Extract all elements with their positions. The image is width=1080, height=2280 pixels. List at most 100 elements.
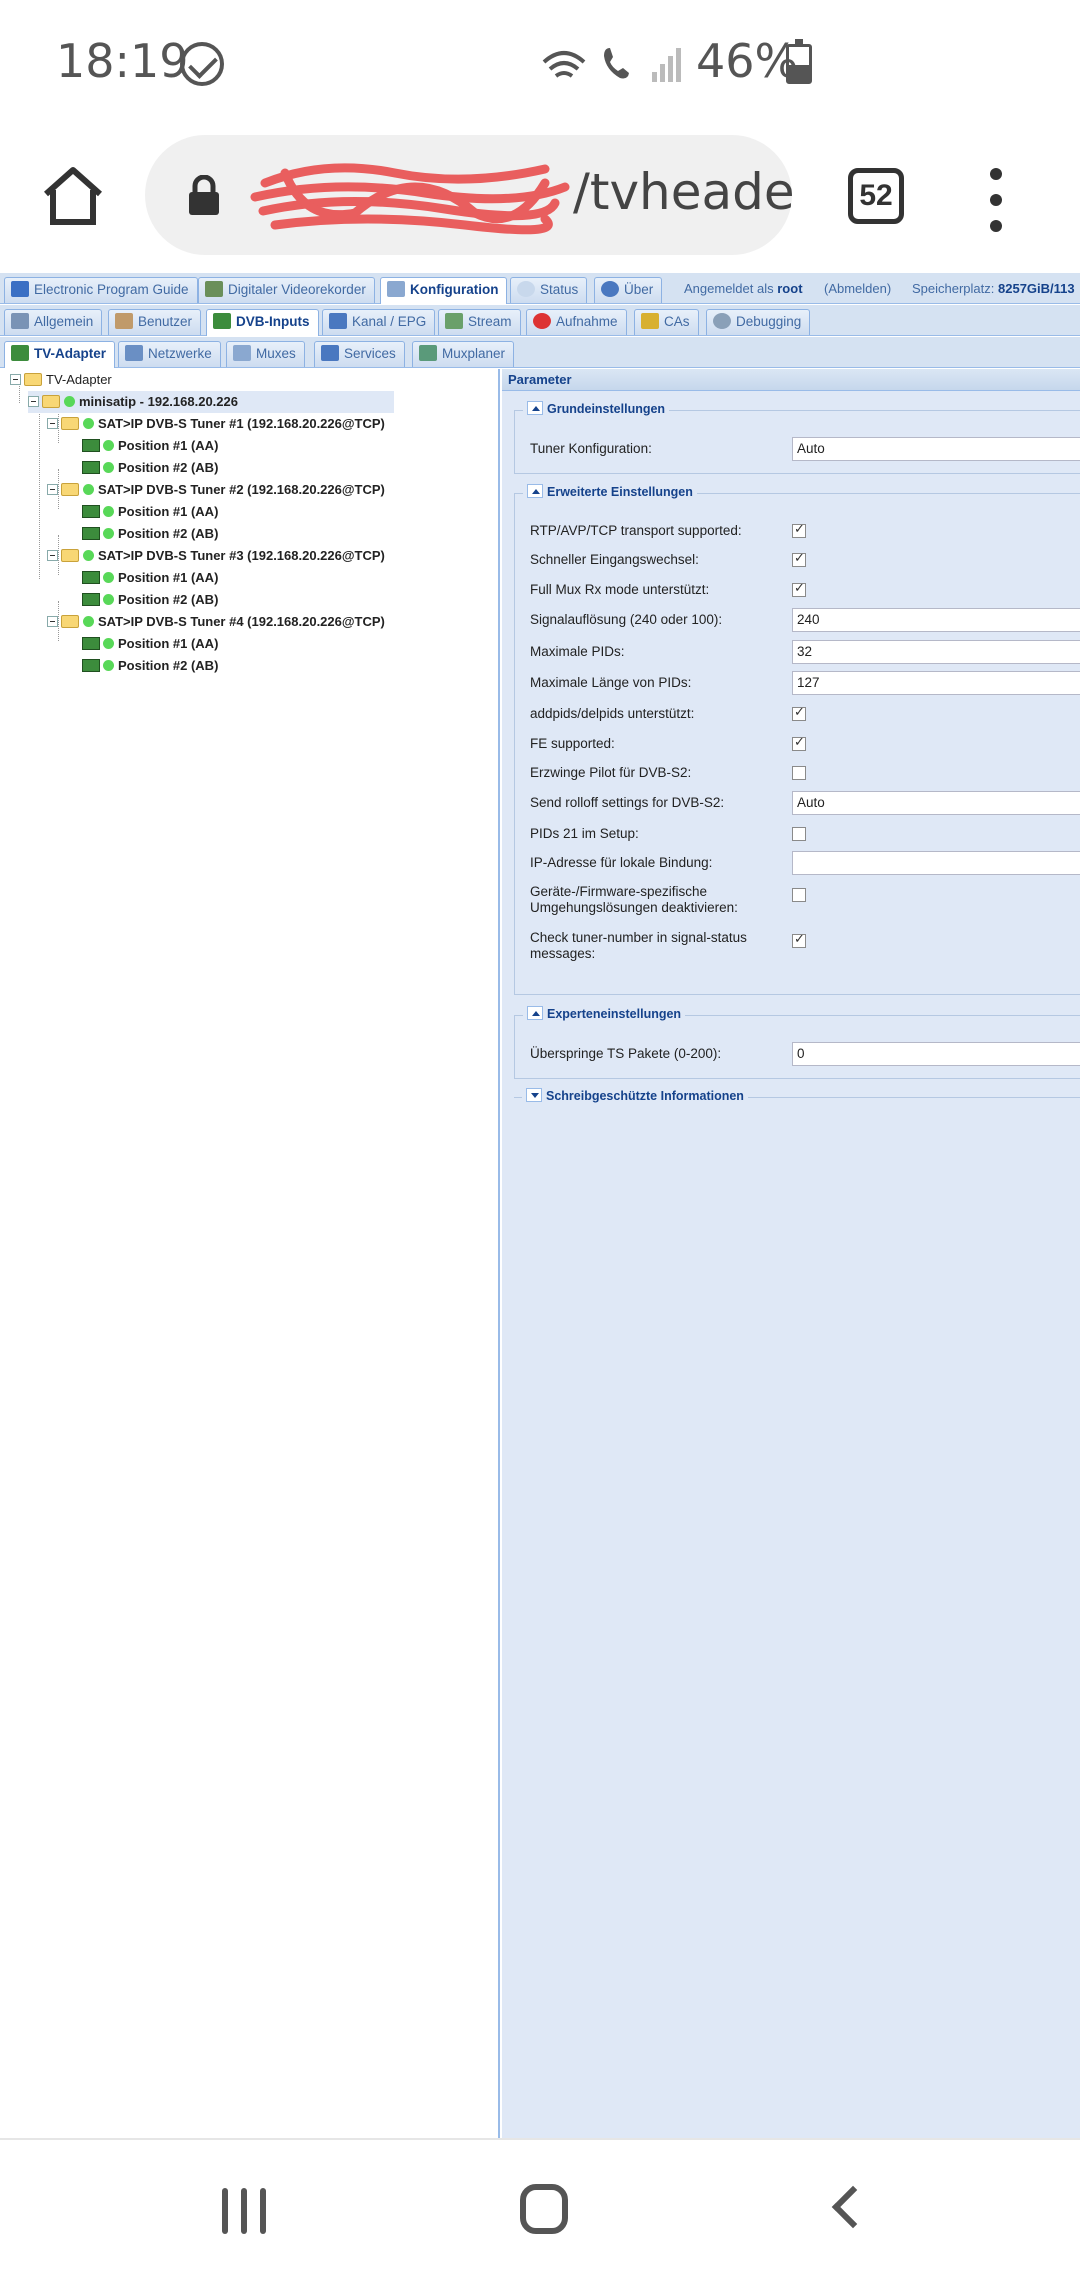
fieldset-advanced: Erweiterte Einstellungen RTP/AVP/TCP tra… [514, 484, 1080, 995]
param-checkbox[interactable] [792, 827, 806, 841]
tab-cas[interactable]: CAs [634, 309, 699, 335]
tab-epg[interactable]: Electronic Program Guide [4, 277, 198, 303]
tab-stream[interactable]: Stream [438, 309, 521, 335]
record-icon [533, 313, 551, 329]
collapse-icon[interactable] [10, 374, 21, 385]
tree-tuner-3[interactable]: SAT>IP DVB-S Tuner #3 (192.168.20.226@TC… [47, 545, 385, 567]
tab-muxes[interactable]: Muxes [226, 341, 305, 367]
tree-tuner-4[interactable]: SAT>IP DVB-S Tuner #4 (192.168.20.226@TC… [47, 611, 385, 633]
tab-aufnahme[interactable]: Aufnahme [526, 309, 627, 335]
tree-tuner-2[interactable]: SAT>IP DVB-S Tuner #2 (192.168.20.226@TC… [47, 479, 385, 501]
tree-tuner-1[interactable]: SAT>IP DVB-S Tuner #1 (192.168.20.226@TC… [47, 413, 385, 435]
field-label: Tuner Konfiguration: [530, 441, 652, 456]
collapse-icon[interactable] [47, 484, 58, 495]
tree-position[interactable]: Position #2 (AB) [82, 523, 218, 545]
config-tab-bar: Allgemein Benutzer DVB-Inputs Kanal / EP… [0, 305, 1080, 336]
fieldset-readonly-legend[interactable]: Schreibgeschützte Informationen [522, 1088, 748, 1103]
collapse-icon[interactable] [47, 550, 58, 561]
tab-status[interactable]: Status [510, 277, 588, 303]
collapse-icon[interactable] [527, 484, 543, 498]
tab-benutzer[interactable]: Benutzer [108, 309, 202, 335]
param-checkbox[interactable] [792, 522, 806, 538]
param-input[interactable]: 127 [792, 671, 1080, 695]
tab-tv-adapter[interactable]: TV-Adapter [4, 341, 116, 368]
param-checkbox[interactable] [792, 888, 806, 902]
browser-menu-icon[interactable] [984, 168, 1008, 232]
param-input[interactable] [792, 851, 1080, 875]
tree-position[interactable]: Position #2 (AB) [82, 589, 218, 611]
param-input[interactable]: 32 [792, 640, 1080, 664]
tab-netzwerke[interactable]: Netzwerke [118, 341, 221, 367]
status-ok-icon [103, 462, 114, 473]
tab-kanal-epg[interactable]: Kanal / EPG [322, 309, 436, 335]
tab-services[interactable]: Services [314, 341, 405, 367]
param-checkbox[interactable] [792, 581, 806, 597]
status-time: 18:19 [56, 34, 189, 88]
mux-icon [233, 345, 251, 361]
fieldset-expert-legend[interactable]: Experteneinstellungen [523, 1006, 686, 1021]
tab-switcher-button[interactable]: 52 [848, 168, 904, 224]
tree-position[interactable]: Position #2 (AB) [82, 457, 218, 479]
back-icon[interactable] [831, 2185, 875, 2229]
tab-muxplaner[interactable]: Muxplaner [412, 341, 515, 367]
fieldset-basic-legend[interactable]: Grundeinstellungen [523, 401, 670, 416]
fieldset-readonly: Schreibgeschützte Informationen [514, 1088, 1080, 1103]
fieldset-advanced-legend[interactable]: Erweiterte Einstellungen [523, 484, 697, 499]
param-checkbox[interactable] [792, 766, 806, 780]
collapse-icon[interactable] [527, 1006, 543, 1020]
users-icon [115, 313, 133, 329]
tree-device[interactable]: minisatip - 192.168.20.226 [28, 391, 394, 413]
status-ok-icon [83, 484, 94, 495]
folder-icon [61, 417, 79, 430]
param-input[interactable]: Auto [792, 791, 1080, 815]
field-label: Signalauflösung (240 oder 100): [530, 612, 723, 627]
collapse-icon[interactable] [28, 396, 39, 407]
tv-card-icon [213, 313, 231, 329]
param-checkbox[interactable] [792, 551, 806, 567]
param-checkbox[interactable] [792, 705, 806, 721]
status-ok-icon [103, 528, 114, 539]
tree-position[interactable]: Position #1 (AA) [82, 633, 218, 655]
address-bar[interactable]: /tvheade [145, 135, 792, 255]
recent-apps-icon[interactable] [222, 2188, 266, 2234]
tab-dvr[interactable]: Digitaler Videorekorder [198, 277, 375, 303]
lock-icon [189, 175, 219, 215]
tools-icon [11, 313, 29, 329]
redaction-scribble [250, 163, 570, 235]
status-ok-icon [64, 396, 75, 407]
home-icon[interactable] [40, 162, 106, 228]
adapter-tree: TV-Adapter minisatip - 192.168.20.226 SA… [0, 369, 500, 2138]
skip-ts-input[interactable]: 0 [792, 1042, 1080, 1066]
param-checkbox[interactable] [792, 932, 806, 948]
main-tab-bar: Electronic Program Guide Digitaler Video… [0, 273, 1080, 304]
tree-position[interactable]: Position #1 (AA) [82, 501, 218, 523]
param-checkbox[interactable] [792, 735, 806, 751]
tree-position[interactable]: Position #1 (AA) [82, 567, 218, 589]
field-label: Maximale PIDs: [530, 644, 625, 659]
tuner-config-select[interactable]: Auto [792, 437, 1080, 461]
tv-card-icon [82, 505, 100, 518]
expand-icon[interactable] [526, 1088, 542, 1102]
tab-konfiguration[interactable]: Konfiguration [380, 277, 508, 304]
tab-debugging[interactable]: Debugging [706, 309, 811, 335]
tree-position[interactable]: Position #2 (AB) [82, 655, 218, 677]
home-nav-icon[interactable] [520, 2184, 568, 2234]
field-label: Full Mux Rx mode unterstützt: [530, 582, 710, 597]
tv-card-icon [82, 461, 100, 474]
collapse-icon[interactable] [527, 401, 543, 415]
collapse-icon[interactable] [47, 616, 58, 627]
wifi-calling-icon [604, 48, 629, 79]
info-icon [601, 281, 619, 297]
tab-ueber[interactable]: Über [594, 277, 663, 303]
browser-toolbar: /tvheade 52 [0, 130, 1080, 260]
tab-allgemein[interactable]: Allgemein [4, 309, 103, 335]
signal-icons [542, 48, 681, 82]
field-label: Erzwinge Pilot für DVB-S2: [530, 765, 692, 780]
param-input[interactable]: 240 [792, 608, 1080, 632]
tree-root[interactable]: TV-Adapter [10, 369, 112, 391]
collapse-icon[interactable] [47, 418, 58, 429]
tab-dvb-inputs[interactable]: DVB-Inputs [206, 309, 319, 336]
tree-position[interactable]: Position #1 (AA) [82, 435, 218, 457]
field-label: Send rolloff settings for DVB-S2: [530, 795, 725, 810]
logout-link[interactable]: (Abmelden) [824, 281, 891, 296]
